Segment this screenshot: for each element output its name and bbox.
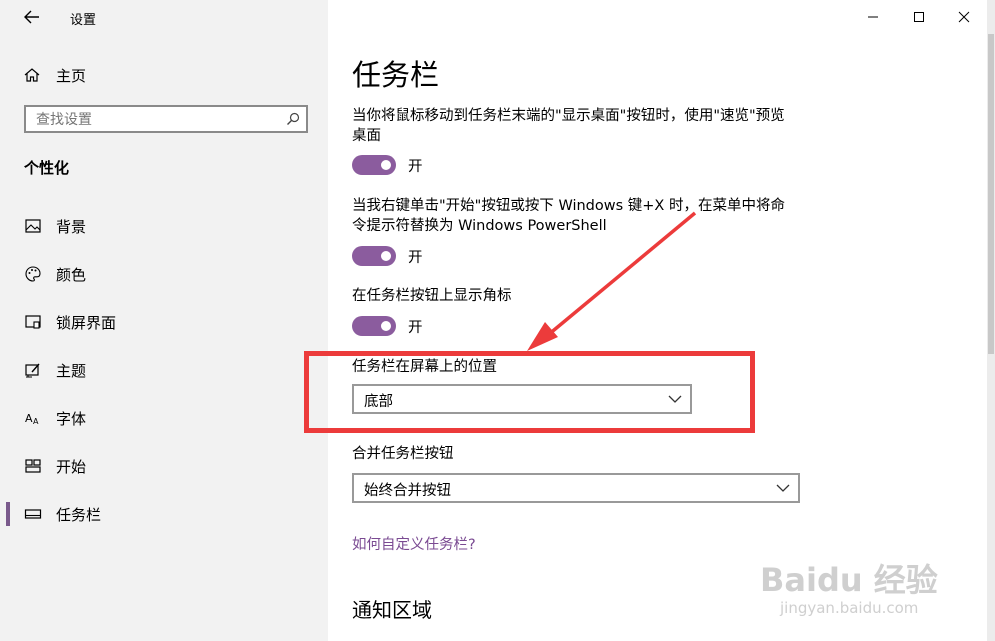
sidebar: 主页 个性化 背景 颜色 锁屏界面 [0,0,328,641]
badges-toggle-state: 开 [408,320,423,336]
setting-description-powershell: 当我右键单击"开始"按钮或按下 Windows 键+X 时，在菜单中将命令提示符… [352,198,785,234]
toggle-knob [381,160,391,170]
image-icon [25,219,41,233]
setting-description-badges: 在任务栏按钮上显示角标 [352,288,512,304]
sidebar-item-themes[interactable]: 主题 [0,348,328,392]
start-icon [25,459,41,473]
setting-description-peek: 当你将鼠标移动到任务栏末端的"显示桌面"按钮时，使用"速览"预览桌面 [352,108,785,144]
sidebar-item-lock-screen[interactable]: 锁屏界面 [0,300,328,344]
scrollbar-thumb[interactable] [988,34,994,354]
toggle-knob [381,251,391,261]
sidebar-item-label: 主题 [56,361,87,380]
maximize-icon [914,12,924,22]
svg-text:A: A [33,417,39,426]
combine-buttons-dropdown[interactable]: 始终合并按钮 [352,473,800,503]
title-bar: 设置 [0,0,987,34]
watermark-url: jingyan.baidu.com [780,599,919,617]
svg-text:A: A [25,412,33,425]
peek-toggle[interactable] [352,155,396,175]
sidebar-item-label: 颜色 [56,265,87,284]
powershell-toggle[interactable] [352,246,396,266]
palette-icon [25,266,41,282]
lock-screen-icon [25,315,41,329]
section-title-personalization: 个性化 [24,159,70,177]
chevron-down-icon [776,484,790,492]
watermark: Baidu 经验 jingyan.baidu.com [760,555,970,625]
minimize-icon [868,16,878,18]
badges-toggle[interactable] [352,316,396,336]
search-box[interactable] [24,105,308,133]
app-title: 设置 [70,13,97,28]
powershell-toggle-state: 开 [408,250,423,266]
page-title: 任务栏 [352,58,440,92]
font-icon: A A [25,412,39,426]
sidebar-item-fonts[interactable]: A A 字体 [0,396,328,440]
theme-icon [25,363,40,378]
sidebar-item-label: 锁屏界面 [56,313,117,332]
combine-buttons-label: 合并任务栏按钮 [352,446,454,462]
watermark-brand: Baidu 经验 [760,561,938,599]
search-input[interactable] [34,109,278,131]
minimize-button[interactable] [850,0,896,34]
annotation-highlight-box [304,351,755,433]
sidebar-item-label: 开始 [56,457,87,476]
sidebar-item-colors[interactable]: 颜色 [0,252,328,296]
sidebar-item-label: 背景 [56,217,87,236]
main-content: 任务栏 当你将鼠标移动到任务栏末端的"显示桌面"按钮时，使用"速览"预览桌面 开… [328,0,987,641]
toggle-knob [381,321,391,331]
sidebar-item-taskbar[interactable]: 任务栏 [0,492,328,536]
maximize-button[interactable] [896,0,942,34]
sidebar-item-background[interactable]: 背景 [0,204,328,248]
sidebar-item-start[interactable]: 开始 [0,444,328,488]
close-button[interactable] [941,0,987,34]
home-icon [24,68,40,82]
sidebar-item-label: 字体 [56,409,87,428]
home-label: 主页 [56,66,87,85]
search-icon[interactable] [286,112,300,126]
taskbar-icon [24,509,42,519]
notification-area-heading: 通知区域 [352,598,432,622]
customize-taskbar-link[interactable]: 如何自定义任务栏? [352,533,476,554]
active-indicator [6,502,10,526]
peek-toggle-state: 开 [408,159,423,175]
dropdown-value: 始终合并按钮 [364,483,451,499]
sidebar-item-home[interactable]: 主页 [24,64,86,86]
sidebar-item-label: 任务栏 [56,505,102,524]
back-arrow-icon[interactable] [20,6,44,28]
close-icon [958,11,970,23]
